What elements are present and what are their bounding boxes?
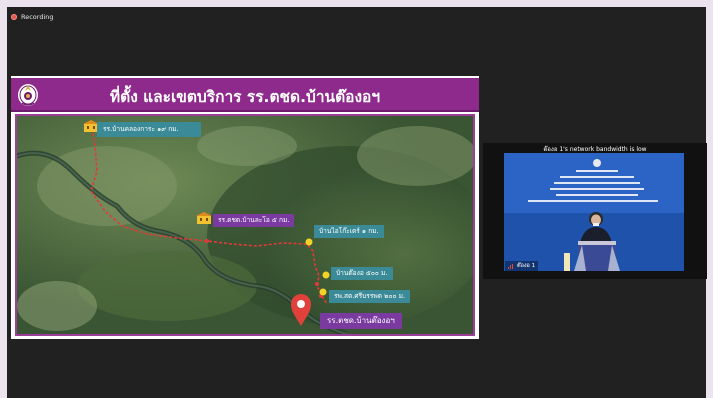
- participant-video-tile[interactable]: ต๊องอ 1's network bandwidth is low ต๊องอ…: [483, 143, 707, 279]
- participant-name: ต๊องอ 1: [517, 263, 536, 269]
- map-label-hospital: รพ.สต.ศรีบรรพต ๒๐๐ ม.: [329, 290, 411, 303]
- map-label-village-2: บ้านต๊องอ ๕๐๐ ม.: [331, 267, 393, 280]
- recording-indicator: Recording: [11, 13, 54, 21]
- video-frame: [504, 153, 684, 271]
- record-dot-icon: [11, 14, 17, 20]
- map-label-destination: รร.ตชด.บ้านต๊องอฯ: [320, 313, 402, 329]
- map-label-school-top: รร.บ้านคลองการะ ๑๙ กม.: [97, 122, 201, 137]
- hospital-marker: [319, 288, 327, 296]
- participant-name-tag: ต๊องอ 1: [505, 261, 539, 271]
- map-label-school-mid: รร.ตชด.บ้านละโอ ๕ กม.: [213, 214, 295, 227]
- slide-title: ที่ตั้ง และเขตบริการ รร.ตชด.บ้านต๊องอฯ: [109, 88, 381, 106]
- shared-screen-slide: ที่ตั้ง และเขตบริการ รร.ตชด.บ้านต๊องอฯ ร…: [11, 76, 479, 339]
- meeting-window: Recording ที่ตั้ง และเขตบริการ รร.ตชด.บ้…: [7, 7, 707, 398]
- village-marker: [322, 271, 330, 279]
- participant-video: [504, 153, 684, 271]
- satellite-map: รร.บ้านคลองการะ ๑๙ กม. รร.ตชด.บ้านละโอ ๕…: [15, 114, 475, 336]
- village-marker: [305, 238, 313, 246]
- map-label-village-1: บ้านไอโก๊ะเตร์ ๑ กม.: [314, 225, 384, 238]
- signal-strength-icon: [508, 263, 514, 269]
- slide-header: ที่ตั้ง และเขตบริการ รร.ตชด.บ้านต๊องอฯ: [11, 78, 479, 112]
- recording-label: Recording: [21, 13, 54, 21]
